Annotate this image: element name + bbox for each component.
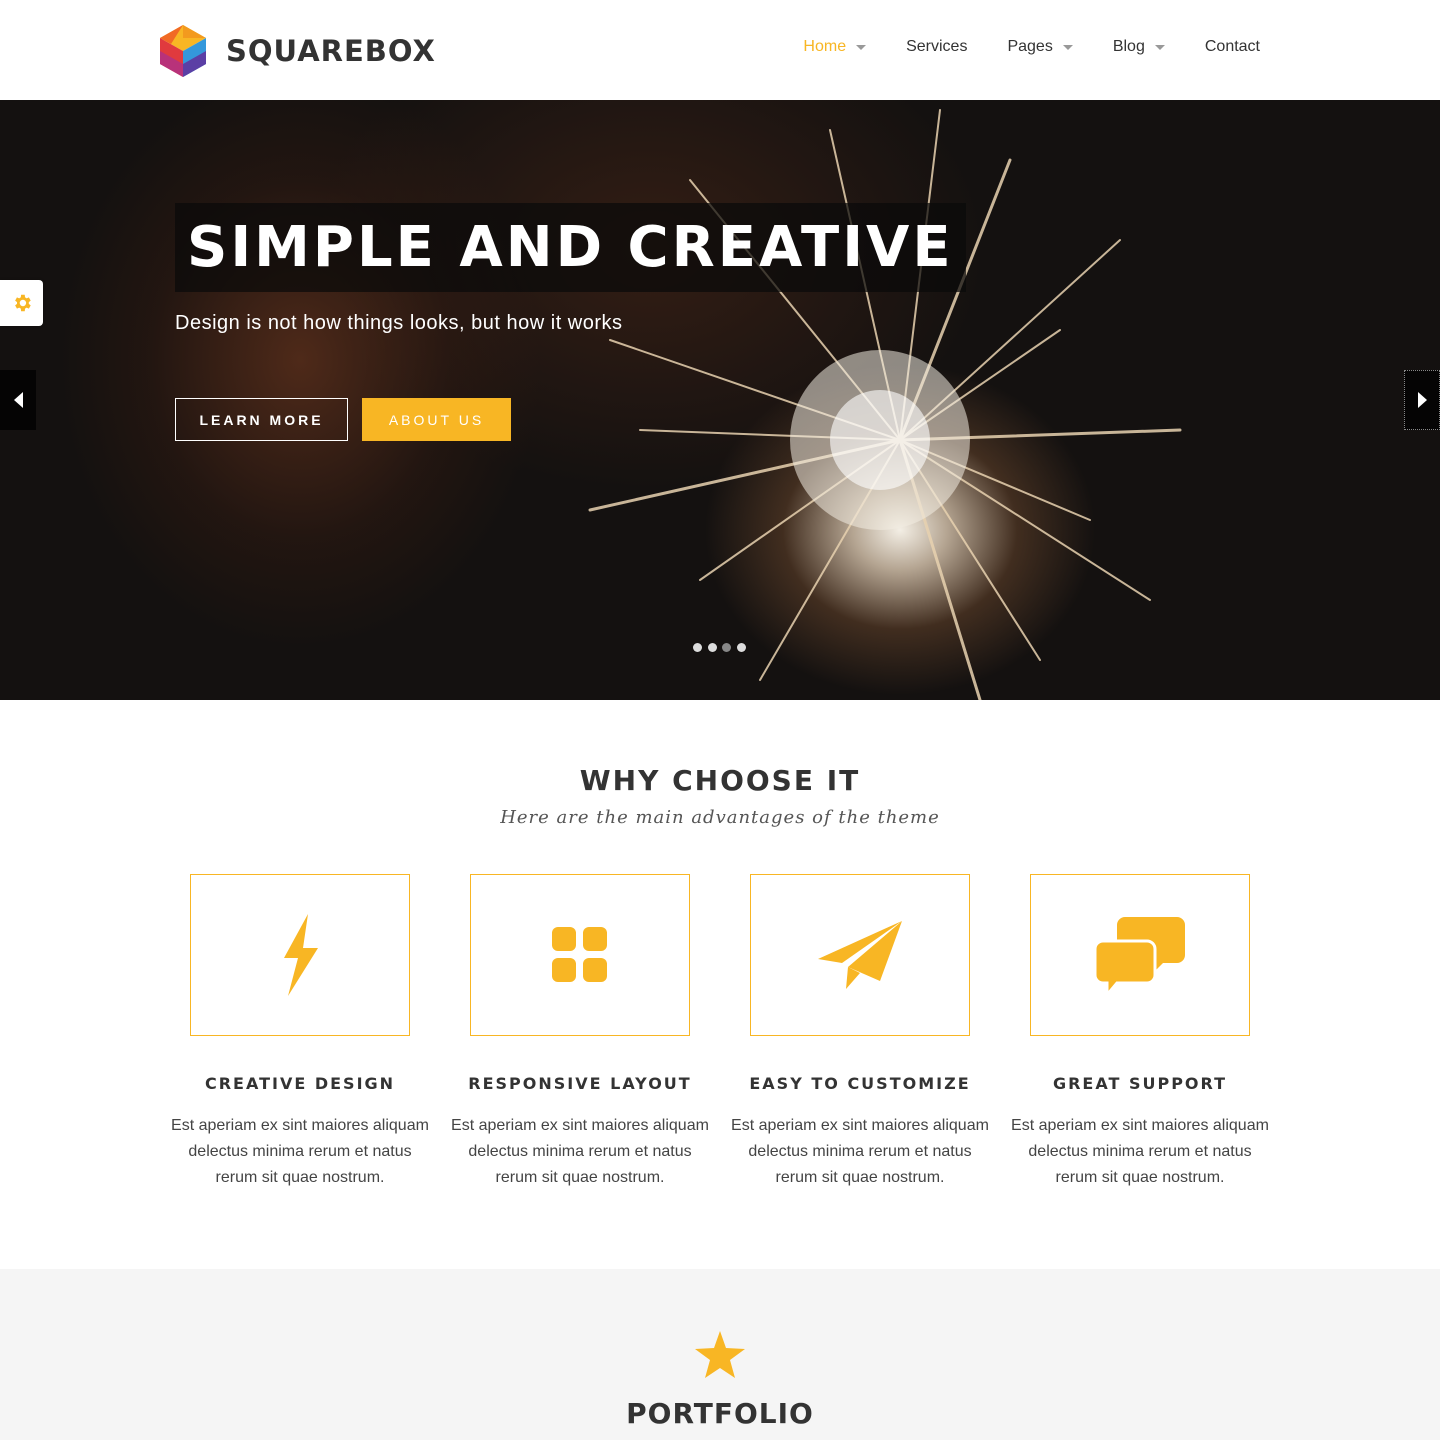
- features-title: WHY CHOOSE IT: [579, 764, 861, 797]
- logo-cube-icon: [160, 25, 206, 77]
- grid-icon: [552, 927, 607, 982]
- feature-text: Est aperiam ex sint maiores aliquam dele…: [171, 1117, 429, 1186]
- main-nav: Home Services Pages Blog Contact: [763, 38, 1260, 56]
- feature-text: Est aperiam ex sint maiores aliquam dele…: [451, 1117, 709, 1186]
- brand-name: SQUAREBOX: [226, 34, 436, 68]
- feature-icon-box: [1030, 874, 1250, 1036]
- gear-icon: [14, 294, 31, 312]
- slider-prev-button[interactable]: [0, 370, 36, 430]
- nav-item-label: Contact: [1204, 38, 1260, 55]
- arrow-right-icon: [1417, 392, 1427, 408]
- nav-item-label: Home: [803, 38, 847, 55]
- nav-item-contact[interactable]: Contact: [1205, 38, 1260, 56]
- features-subtitle: Here are the main advantages of the them…: [500, 807, 940, 828]
- portfolio-section: PORTFOLIO: [0, 1269, 1440, 1440]
- lightning-icon: [284, 914, 318, 996]
- feature-heading: EASY TO CUSTOMIZE: [749, 1074, 971, 1093]
- nav-item-services[interactable]: Services: [906, 38, 967, 56]
- site-header: SQUAREBOX Home Services Pages Blog Conta…: [0, 0, 1440, 100]
- feature-card: GREAT SUPPORT Est aperiam ex sint maiore…: [1010, 874, 1270, 1191]
- slider-dot-3[interactable]: [722, 643, 731, 652]
- slider-next-button[interactable]: [1404, 370, 1440, 430]
- about-us-button[interactable]: ABOUT US: [362, 398, 511, 441]
- chevron-down-icon: [1062, 44, 1073, 50]
- feature-text: Est aperiam ex sint maiores aliquam dele…: [1011, 1117, 1269, 1186]
- feature-icon-box: [190, 874, 410, 1036]
- slider-dot-2[interactable]: [707, 643, 717, 652]
- nav-item-home[interactable]: Home: [803, 38, 867, 56]
- feature-text: Est aperiam ex sint maiores aliquam dele…: [731, 1117, 989, 1186]
- nav-item-label: Blog: [1112, 38, 1145, 55]
- nav-item-label: Services: [906, 38, 968, 55]
- nav-item-pages[interactable]: Pages: [1007, 38, 1073, 56]
- feature-heading: RESPONSIVE LAYOUT: [468, 1074, 692, 1093]
- paper-plane-icon: [818, 921, 902, 989]
- feature-card: RESPONSIVE LAYOUT Est aperiam ex sint ma…: [450, 874, 710, 1191]
- feature-icon-box: [470, 874, 690, 1036]
- feature-icon-box: [750, 874, 970, 1036]
- feature-heading: GREAT SUPPORT: [1052, 1074, 1228, 1093]
- arrow-left-icon: [13, 392, 23, 408]
- slider-dot-4[interactable]: [736, 643, 746, 652]
- hero-subtitle: Design is not how things looks, but how …: [175, 312, 623, 334]
- slider-pagination: [693, 643, 751, 652]
- hero-title: SIMPLE AND CREATIVE: [187, 215, 954, 280]
- feature-heading: CREATIVE DESIGN: [204, 1074, 396, 1093]
- feature-card: CREATIVE DESIGN Est aperiam ex sint maio…: [170, 874, 430, 1191]
- nav-item-label: Pages: [1007, 38, 1053, 55]
- nav-item-blog[interactable]: Blog: [1113, 38, 1165, 56]
- hero-title-box: SIMPLE AND CREATIVE: [175, 203, 966, 292]
- portfolio-title: PORTFOLIO: [626, 1397, 814, 1430]
- settings-panel-toggle[interactable]: [0, 280, 43, 326]
- feature-card: EASY TO CUSTOMIZE Est aperiam ex sint ma…: [730, 874, 990, 1191]
- hero-slider: SIMPLE AND CREATIVE Design is not how th…: [0, 100, 1440, 700]
- chevron-down-icon: [1154, 44, 1165, 50]
- star-icon: [695, 1331, 745, 1378]
- learn-more-button[interactable]: LEARN MORE: [175, 398, 348, 441]
- chevron-down-icon: [856, 44, 867, 50]
- chat-bubbles-icon: [1095, 917, 1185, 995]
- slider-dot-1[interactable]: [693, 643, 702, 652]
- logo[interactable]: SQUAREBOX: [160, 25, 436, 77]
